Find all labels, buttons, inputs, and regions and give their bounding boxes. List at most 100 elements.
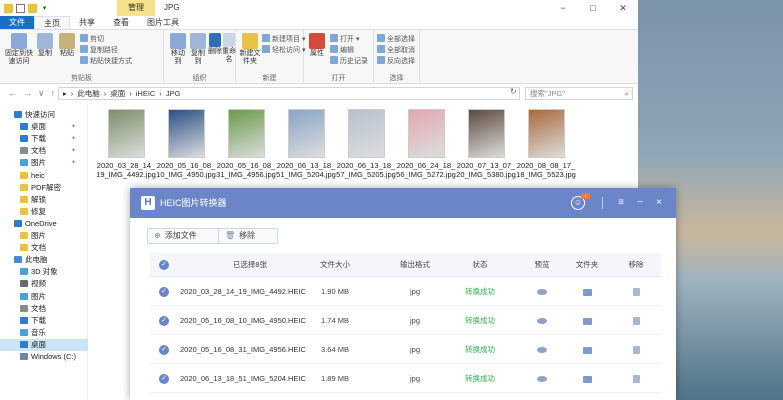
folder-icon[interactable]: [4, 3, 13, 13]
nav-item[interactable]: 桌面: [0, 338, 88, 351]
minimize-icon[interactable]: −: [548, 0, 578, 16]
row-remove[interactable]: [616, 364, 656, 393]
file-item[interactable]: 2020_05_16_08_31_IMG_4956.jpg: [216, 109, 276, 179]
paste-button[interactable]: 粘贴: [58, 33, 76, 58]
move-to-button[interactable]: 移动到: [168, 33, 188, 66]
nav-item[interactable]: Windows (C:): [0, 351, 88, 363]
row-checkbox[interactable]: ✓: [159, 287, 169, 297]
tab-share[interactable]: 共享: [70, 16, 104, 29]
close-icon[interactable]: ×: [652, 188, 666, 218]
history-button[interactable]: 历史记录: [330, 56, 368, 66]
nav-item[interactable]: 此电脑: [0, 254, 88, 266]
row-checkbox[interactable]: ✓: [159, 316, 169, 326]
breadcrumb-desktop[interactable]: 桌面: [110, 89, 125, 98]
new-item-button[interactable]: 新建项目 ▾: [262, 34, 305, 44]
nav-item[interactable]: 下载 ✦: [0, 133, 88, 145]
easy-access-button[interactable]: 轻松访问 ▾: [262, 45, 305, 55]
chevron-down-icon[interactable]: ∨: [38, 88, 45, 99]
menu-icon[interactable]: ≡: [614, 188, 628, 218]
file-item[interactable]: 2020_03_28_14_19_IMG_4492.jpg: [96, 109, 156, 179]
paste-shortcut-button[interactable]: 粘贴快捷方式: [80, 56, 132, 66]
copy-button[interactable]: 复制: [36, 33, 54, 58]
row-preview[interactable]: [522, 364, 562, 393]
breadcrumb-this-pc[interactable]: 此电脑: [77, 89, 100, 98]
nav-item[interactable]: 下载: [0, 315, 88, 327]
nav-item[interactable]: 文档: [0, 303, 88, 315]
breadcrumb-iheic[interactable]: iHEIC: [136, 89, 156, 98]
nav-item[interactable]: 图片: [0, 291, 88, 303]
row-folder[interactable]: [567, 277, 607, 306]
add-file-button[interactable]: ⊕ 添加文件: [147, 228, 221, 244]
nav-item[interactable]: 解锁: [0, 194, 88, 206]
search-input[interactable]: 搜索"JPG" ⌕: [525, 87, 633, 100]
forward-arrow-icon[interactable]: →: [23, 88, 32, 99]
folder-icon[interactable]: [28, 3, 37, 13]
file-item[interactable]: 2020_06_13_18_57_IMG_5205.jpg: [336, 109, 396, 179]
row-folder[interactable]: [567, 335, 607, 364]
nav-item[interactable]: 图片 ✦: [0, 157, 88, 169]
row-checkbox[interactable]: ✓: [159, 374, 169, 384]
select-all-button[interactable]: 全部选择: [377, 34, 415, 44]
row-preview[interactable]: [522, 306, 562, 335]
new-folder-button[interactable]: 新建文件夹: [238, 33, 262, 66]
table-row[interactable]: ✓ 2020_06_13_18_51_IMG_5204.HEIC 1.89 MB jp…: [150, 364, 661, 393]
nav-item[interactable]: heic: [0, 170, 88, 182]
row-remove[interactable]: [616, 306, 656, 335]
table-row[interactable]: ✓ 2020_03_28_14_19_IMG_4492.HEIC 1.90 MB jp…: [150, 277, 661, 306]
refresh-icon[interactable]: ↻: [510, 87, 517, 96]
row-folder[interactable]: [567, 306, 607, 335]
nav-item[interactable]: 文档 ✦: [0, 145, 88, 157]
table-row[interactable]: ✓ 2020_05_16_08_10_IMG_4950.HEIC 1.74 MB jp…: [150, 306, 661, 335]
minimize-icon[interactable]: −: [633, 188, 647, 218]
row-checkbox[interactable]: ✓: [159, 345, 169, 355]
row-remove[interactable]: [616, 277, 656, 306]
file-item[interactable]: 2020_08_08_17_18_IMG_5523.jpg: [516, 109, 576, 179]
nav-item[interactable]: 3D 对象: [0, 266, 88, 278]
row-preview[interactable]: [522, 335, 562, 364]
file-item[interactable]: 2020_06_24_18_56_IMG_5272.jpg: [396, 109, 456, 179]
nav-item[interactable]: 图片: [0, 230, 88, 242]
cut-button[interactable]: 剪切: [80, 34, 104, 44]
nav-item[interactable]: 桌面 ✦: [0, 121, 88, 133]
check-icon[interactable]: [16, 3, 25, 13]
row-preview[interactable]: [522, 277, 562, 306]
nav-item[interactable]: 快速访问: [0, 109, 88, 121]
nav-item[interactable]: OneDrive: [0, 218, 88, 230]
tab-view[interactable]: 查看: [104, 16, 138, 29]
copy-to-button[interactable]: 复制到: [188, 33, 208, 66]
edit-button[interactable]: 编辑: [330, 45, 354, 55]
row-remove[interactable]: [616, 335, 656, 364]
open-button[interactable]: 打开 ▾: [330, 34, 359, 44]
select-none-button[interactable]: 全部取消: [377, 45, 415, 55]
remove-button[interactable]: 🗑 移除: [218, 228, 278, 244]
nav-item[interactable]: 文档: [0, 242, 88, 254]
rename-button[interactable]: 重命名: [222, 33, 236, 64]
back-arrow-icon[interactable]: ←: [8, 88, 17, 99]
tab-home[interactable]: 主页: [34, 16, 70, 29]
file-item[interactable]: 2020_06_13_18_51_IMG_5204.jpg: [276, 109, 336, 179]
copy-path-button[interactable]: 复制路径: [80, 45, 118, 55]
tab-picture-tools[interactable]: 图片工具: [138, 16, 188, 29]
select-all-checkbox[interactable]: ✓: [159, 260, 169, 270]
nav-item[interactable]: 修复: [0, 206, 88, 218]
invert-selection-button[interactable]: 反向选择: [377, 56, 415, 66]
file-item[interactable]: 2020_07_13_07_20_IMG_5380.jpg: [456, 109, 516, 179]
breadcrumb-jpg[interactable]: JPG: [166, 89, 181, 98]
nav-item[interactable]: 音乐: [0, 327, 88, 339]
nav-item[interactable]: PDF解密: [0, 182, 88, 194]
row-folder[interactable]: [567, 364, 607, 393]
tab-file[interactable]: 文件: [0, 16, 34, 29]
file-item[interactable]: 2020_05_16_08_10_IMG_4950.jpg: [156, 109, 216, 179]
up-arrow-icon[interactable]: ↑: [51, 88, 56, 99]
maximize-icon[interactable]: □: [578, 0, 608, 16]
delete-button[interactable]: 删除: [208, 33, 222, 56]
properties-button[interactable]: 属性: [308, 33, 326, 58]
close-icon[interactable]: ✕: [608, 0, 638, 16]
chevron-down-icon[interactable]: ▾: [40, 4, 49, 13]
context-tab-manage[interactable]: 管理: [117, 0, 155, 16]
address-bar[interactable]: ▸ › 此电脑 › 桌面 › iHEIC › JPG: [58, 87, 520, 100]
scrollbar[interactable]: [666, 253, 672, 393]
pin-quick-access-button[interactable]: 固定到快速访问: [4, 33, 34, 66]
nav-item[interactable]: 视频: [0, 278, 88, 290]
table-row[interactable]: ✓ 2020_05_16_08_31_IMG_4956.HEIC 3.64 MB jp…: [150, 335, 661, 364]
